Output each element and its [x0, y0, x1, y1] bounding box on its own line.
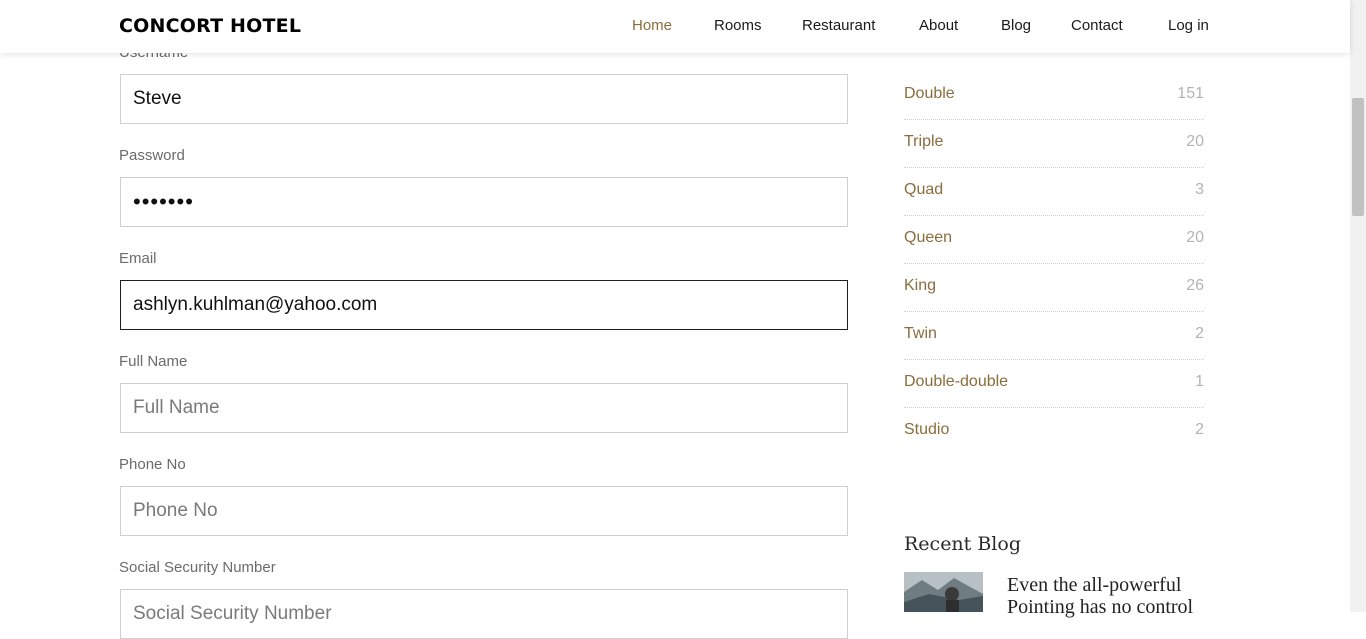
- username-input[interactable]: [120, 74, 848, 124]
- category-item[interactable]: Double 151: [904, 72, 1204, 120]
- nav-rooms[interactable]: Rooms: [714, 17, 762, 34]
- ssn-label: Social Security Number: [119, 559, 276, 576]
- category-item[interactable]: Double-double 1: [904, 360, 1204, 408]
- top-navbar: CONCORT HOTEL Home Rooms Restaurant Abou…: [0, 0, 1350, 53]
- recent-blog-title: Recent Blog: [904, 533, 1021, 555]
- scrollbar-thumb[interactable]: [1352, 98, 1364, 216]
- category-count: 1: [1195, 373, 1204, 390]
- category-count: 20: [1186, 229, 1204, 246]
- category-count: 20: [1186, 133, 1204, 150]
- full-name-input[interactable]: [120, 383, 848, 433]
- category-item[interactable]: Triple 20: [904, 120, 1204, 168]
- category-name[interactable]: Twin: [904, 325, 937, 343]
- phone-label: Phone No: [119, 456, 186, 473]
- category-name[interactable]: Queen: [904, 229, 952, 247]
- phone-input[interactable]: [120, 486, 848, 536]
- category-name[interactable]: Double: [904, 85, 955, 103]
- email-input[interactable]: [120, 280, 848, 330]
- nav-restaurant[interactable]: Restaurant: [802, 17, 875, 34]
- password-input[interactable]: [120, 177, 848, 227]
- category-count: 2: [1195, 421, 1204, 438]
- category-name[interactable]: Studio: [904, 421, 949, 439]
- nav-blog[interactable]: Blog: [1001, 17, 1031, 34]
- category-count: 2: [1195, 325, 1204, 342]
- category-item[interactable]: Queen 20: [904, 216, 1204, 264]
- full-name-label: Full Name: [119, 353, 188, 370]
- blog-thumbnail-image[interactable]: [904, 572, 983, 612]
- category-name[interactable]: King: [904, 277, 936, 295]
- category-count: 3: [1195, 181, 1204, 198]
- ssn-input[interactable]: [120, 589, 848, 639]
- page-scrollbar[interactable]: [1350, 0, 1366, 612]
- category-item[interactable]: Twin 2: [904, 312, 1204, 360]
- category-count: 151: [1177, 85, 1204, 102]
- blog-post-title[interactable]: Even the all-powerful Pointing has no co…: [1007, 574, 1207, 618]
- category-name[interactable]: Quad: [904, 181, 943, 199]
- nav-login[interactable]: Log in: [1168, 17, 1209, 34]
- password-label: Password: [119, 147, 185, 164]
- category-item[interactable]: Studio 2: [904, 408, 1204, 456]
- mountain-icon: [904, 572, 983, 612]
- nav-home[interactable]: Home: [632, 17, 672, 34]
- nav-contact[interactable]: Contact: [1071, 17, 1123, 34]
- category-item[interactable]: Quad 3: [904, 168, 1204, 216]
- email-label: Email: [119, 250, 157, 267]
- category-name[interactable]: Double-double: [904, 373, 1008, 391]
- category-count: 26: [1186, 277, 1204, 294]
- category-name[interactable]: Triple: [904, 133, 943, 151]
- nav-about[interactable]: About: [919, 17, 958, 34]
- category-item[interactable]: King 26: [904, 264, 1204, 312]
- brand-logo[interactable]: CONCORT HOTEL: [119, 15, 301, 37]
